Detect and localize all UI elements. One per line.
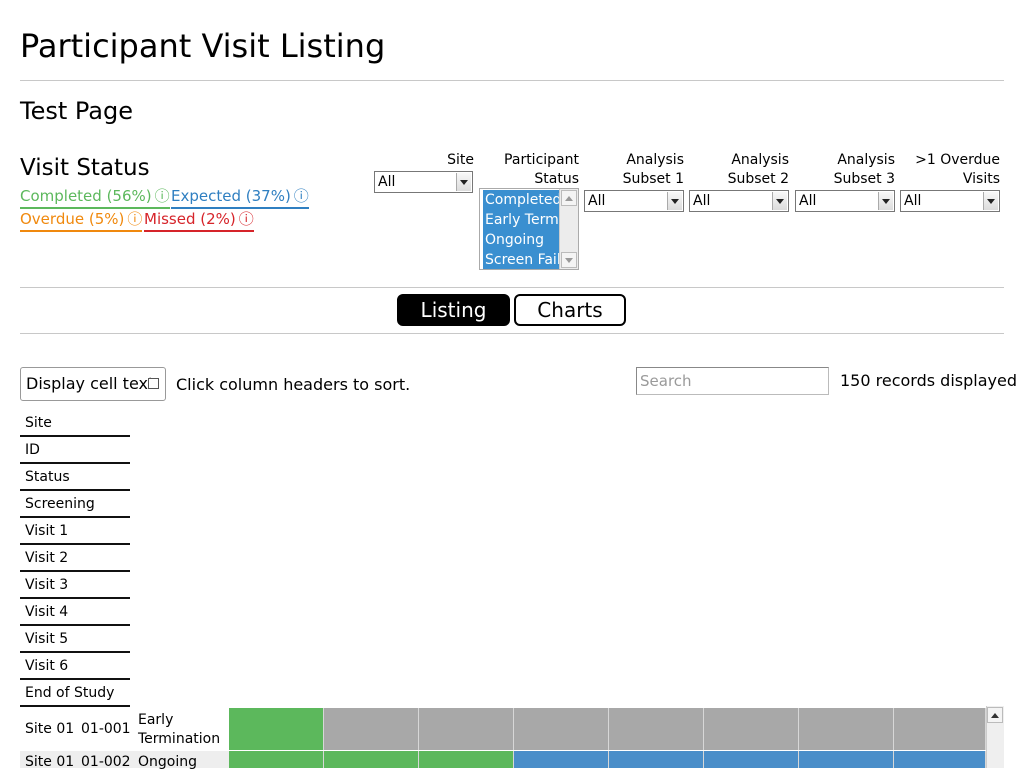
search-input[interactable]: [636, 367, 829, 395]
legend-expected[interactable]: Expected (37%) ⓘ: [171, 186, 309, 209]
legend-missed[interactable]: Missed (2%) ⓘ: [144, 209, 254, 232]
column-header-visit-2[interactable]: Visit 2: [20, 545, 130, 572]
participant-status-label: Participant Status: [504, 152, 579, 187]
column-header-site[interactable]: Site: [20, 410, 130, 437]
table-scrollbar[interactable]: [986, 706, 1004, 768]
column-header-visit-6[interactable]: Visit 6: [20, 653, 130, 680]
row-status: Early Termination: [138, 712, 221, 747]
chevron-down-icon[interactable]: [983, 192, 998, 210]
legend-completed[interactable]: Completed (56%) ⓘ: [20, 186, 170, 209]
column-header-id[interactable]: ID: [20, 437, 130, 464]
column-header-visit-5[interactable]: Visit 5: [20, 626, 130, 653]
visit-cell-completed[interactable]: [419, 751, 514, 768]
page-subtitle: Test Page: [20, 97, 133, 125]
option-completed[interactable]: Completed: [483, 190, 563, 210]
visit-cell-na[interactable]: [324, 708, 419, 750]
column-header-visit-1[interactable]: Visit 1: [20, 518, 130, 545]
legend-missed-label: Missed (2%): [144, 210, 236, 228]
legend-overdue[interactable]: Overdue (5%) ⓘ: [20, 209, 143, 232]
tab-listing[interactable]: Listing: [397, 294, 510, 326]
divider: [20, 80, 1004, 81]
display-cell-text-label: Display cell text: [26, 374, 155, 393]
site-select[interactable]: All: [374, 171, 473, 193]
row-status: Ongoing: [138, 754, 197, 770]
visit-cell-completed[interactable]: [229, 708, 324, 750]
row-site: Site 01: [25, 721, 75, 737]
analysis-subset-1-value: All: [588, 193, 606, 209]
column-header-end-of-study[interactable]: End of Study: [20, 680, 130, 707]
visit-cell-expected[interactable]: [894, 751, 986, 768]
row-site: Site 01: [25, 754, 75, 770]
visit-cell-expected[interactable]: [704, 751, 799, 768]
chevron-down-icon[interactable]: [878, 192, 893, 210]
analysis-subset-2-select[interactable]: All: [689, 190, 789, 212]
column-header-visit-3[interactable]: Visit 3: [20, 572, 130, 599]
analysis-subset-3-value: All: [799, 193, 817, 209]
column-header-status[interactable]: Status: [20, 464, 130, 491]
analysis-subset-1-label: Analysis Subset 1: [622, 152, 684, 187]
chevron-down-icon[interactable]: [667, 192, 682, 210]
option-screen-failure[interactable]: Screen Failure: [483, 250, 563, 269]
analysis-subset-2-label: Analysis Subset 2: [727, 152, 789, 187]
visit-cell-completed[interactable]: [229, 751, 324, 768]
table-row[interactable]: Site 01 01-002 Ongoing: [20, 751, 230, 770]
visit-cell-completed[interactable]: [324, 751, 419, 768]
participant-status-multiselect[interactable]: Completed Early Termination Ongoing Scre…: [479, 188, 579, 270]
option-ongoing[interactable]: Ongoing: [483, 230, 563, 250]
visit-cell-na[interactable]: [894, 708, 986, 750]
analysis-subset-3-label: Analysis Subset 3: [833, 152, 895, 187]
divider: [20, 333, 1004, 334]
legend-expected-label: Expected (37%): [171, 187, 291, 205]
info-icon[interactable]: ⓘ: [127, 210, 142, 228]
table-row[interactable]: Site 01 01-001 Early Termination: [20, 708, 230, 750]
legend-overdue-label: Overdue (5%): [20, 210, 125, 228]
sort-hint: Click column headers to sort.: [176, 375, 411, 394]
site-select-value: All: [378, 174, 396, 190]
visit-cell-na[interactable]: [799, 708, 894, 750]
row-id: 01-002: [81, 754, 131, 770]
chevron-down-icon[interactable]: [456, 173, 471, 191]
visit-cell-na[interactable]: [609, 708, 704, 750]
visit-status-heading: Visit Status: [20, 155, 150, 181]
scroll-up-icon[interactable]: [987, 707, 1003, 723]
visit-cell-expected[interactable]: [609, 751, 704, 768]
scroll-down-icon[interactable]: [561, 252, 577, 268]
analysis-subset-2-value: All: [693, 193, 711, 209]
analysis-subset-1-select[interactable]: All: [584, 190, 684, 212]
visit-cell-na[interactable]: [514, 708, 609, 750]
multiselect-scrollbar[interactable]: [559, 189, 578, 269]
records-count: 150 records displayed: [840, 371, 1017, 390]
column-header-screening[interactable]: Screening: [20, 491, 130, 518]
visit-cell-na[interactable]: [419, 708, 514, 750]
visit-cell-expected[interactable]: [514, 751, 609, 768]
overdue-visits-label: >1 Overdue Visits: [915, 152, 1000, 187]
legend-completed-label: Completed (56%): [20, 187, 152, 205]
scroll-up-icon[interactable]: [561, 190, 577, 206]
column-header-visit-4[interactable]: Visit 4: [20, 599, 130, 626]
info-icon[interactable]: ⓘ: [294, 187, 309, 205]
option-early-termination[interactable]: Early Termination: [483, 210, 563, 230]
site-filter-label: Site: [447, 152, 474, 168]
page-title: Participant Visit Listing: [20, 27, 386, 65]
chevron-down-icon[interactable]: [772, 192, 787, 210]
row-id: 01-001: [81, 721, 131, 737]
info-icon[interactable]: ⓘ: [239, 210, 254, 228]
display-cell-text-checkbox[interactable]: [148, 378, 159, 389]
visit-cell-expected[interactable]: [799, 751, 894, 768]
analysis-subset-3-select[interactable]: All: [795, 190, 895, 212]
info-icon[interactable]: ⓘ: [155, 187, 170, 205]
divider: [20, 287, 1004, 288]
tab-charts[interactable]: Charts: [514, 294, 626, 326]
visit-cell-na[interactable]: [704, 708, 799, 750]
overdue-visits-value: All: [904, 193, 922, 209]
display-cell-text-toggle[interactable]: Display cell text: [20, 367, 166, 401]
overdue-visits-select[interactable]: All: [900, 190, 1000, 212]
